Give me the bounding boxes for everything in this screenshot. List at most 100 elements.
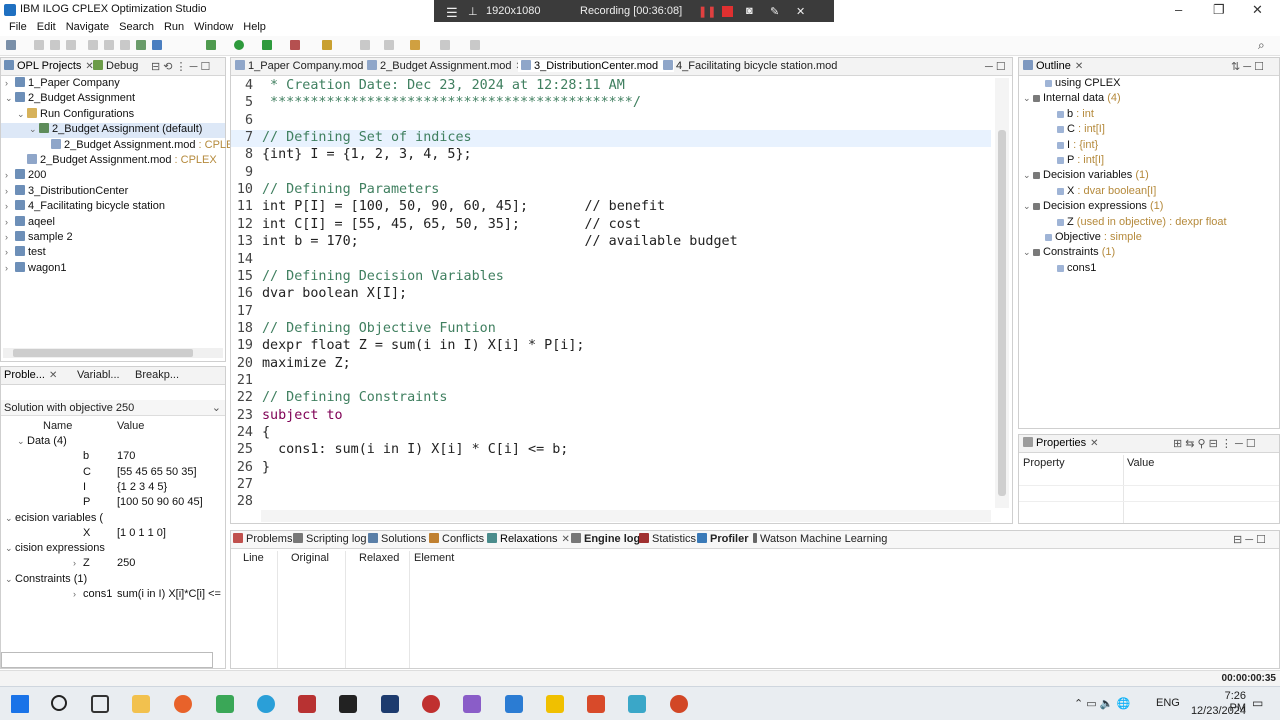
- code-line[interactable]: 21: [231, 373, 991, 390]
- code-line[interactable]: 16 dvar boolean X[I];: [231, 286, 991, 303]
- properties-toolbar[interactable]: ⊞ ⇆ ⚲ ⊟ ⋮ ─ ☐: [1173, 437, 1256, 450]
- tab-bicycle-station[interactable]: 4_Facilitating bicycle station.mod: [663, 60, 837, 72]
- tab-conflicts[interactable]: Conflicts: [429, 533, 484, 545]
- notification-icon[interactable]: ▭: [1252, 696, 1263, 710]
- print-icon[interactable]: [66, 40, 76, 50]
- vpn-icon[interactable]: [216, 695, 234, 713]
- project-tree-item[interactable]: ⌄ 2_Budget Assignment: [1, 92, 135, 107]
- expand-toggle-icon[interactable]: ⌄: [17, 436, 27, 447]
- project-tree-item[interactable]: › 4_Facilitating bicycle station: [1, 200, 165, 215]
- nav-icon[interactable]: [470, 40, 480, 50]
- app-v-icon[interactable]: [381, 695, 399, 713]
- expand-toggle-icon[interactable]: ⌄: [5, 93, 15, 104]
- minimize-icon[interactable]: –: [1175, 2, 1182, 17]
- project-tree-item[interactable]: ⌄ Run Configurations: [1, 107, 134, 123]
- system-tray-icons[interactable]: ⌃ ▭ 🔈 🌐: [1074, 697, 1130, 710]
- redo-icon[interactable]: [152, 40, 162, 50]
- outline-item[interactable]: P : int[I]: [1019, 154, 1104, 169]
- code-line[interactable]: 4 * Creation Date: Dec 23, 2024 at 12:28…: [231, 78, 991, 95]
- maximize-icon[interactable]: ❐: [1213, 2, 1225, 18]
- project-tree-item[interactable]: › aqeel: [1, 215, 55, 231]
- vertical-scrollbar[interactable]: [995, 78, 1009, 508]
- tab-budget-assignment[interactable]: 2_Budget Assignment.mod✕: [367, 60, 524, 72]
- tab-solutions[interactable]: Solutions: [368, 533, 426, 545]
- windows-start-icon[interactable]: [11, 695, 29, 713]
- expand-toggle-icon[interactable]: ›: [5, 217, 15, 227]
- menu-help[interactable]: Help: [238, 20, 271, 36]
- undo-icon[interactable]: [136, 40, 146, 50]
- pen-tool-icon[interactable]: [322, 40, 332, 50]
- solution-selector[interactable]: Solution with objective 250 ⌄: [1, 400, 225, 416]
- search-taskbar-icon[interactable]: [51, 695, 67, 711]
- expand-toggle-icon[interactable]: ⌄: [17, 109, 27, 120]
- code-line[interactable]: 28: [231, 494, 991, 508]
- expand-toggle-icon[interactable]: ›: [5, 247, 15, 257]
- pen-icon[interactable]: ✎: [770, 5, 779, 18]
- code-area[interactable]: 4 * Creation Date: Dec 23, 2024 at 12:28…: [231, 76, 1001, 508]
- expand-toggle-icon[interactable]: ›: [5, 78, 15, 88]
- expand-toggle-icon[interactable]: ⌄: [1023, 170, 1033, 181]
- save-icon[interactable]: [34, 40, 44, 50]
- outline-item[interactable]: I : {int}: [1019, 139, 1098, 154]
- horizontal-scrollbar[interactable]: [3, 348, 223, 358]
- close-tab-icon[interactable]: ✕: [561, 534, 569, 545]
- outline-item[interactable]: ⌄ Internal data (4): [1019, 92, 1121, 107]
- outline-item[interactable]: using CPLEX: [1019, 77, 1120, 92]
- tab-opl-projects[interactable]: OPL Projects ✕: [4, 60, 94, 72]
- menu-edit[interactable]: Edit: [32, 20, 61, 36]
- project-tree-item[interactable]: 2_Budget Assignment.mod : CPLEX: [1, 138, 241, 154]
- code-line[interactable]: 6: [231, 113, 991, 130]
- outline-item[interactable]: b : int: [1019, 108, 1094, 123]
- telegram-icon[interactable]: [257, 695, 275, 713]
- pause-icon[interactable]: ❚❚: [698, 5, 716, 18]
- new-icon[interactable]: [6, 40, 16, 50]
- outline-item[interactable]: Objective : simple: [1019, 231, 1142, 246]
- solution-row[interactable]: P [100 50 90 60 45]: [1, 496, 225, 511]
- menu-icon[interactable]: ☰: [446, 5, 458, 21]
- code-line[interactable]: 17: [231, 304, 991, 321]
- code-line[interactable]: 9: [231, 165, 991, 182]
- outline-item[interactable]: cons1: [1019, 262, 1096, 277]
- filter-input[interactable]: [1, 652, 213, 668]
- cut-icon[interactable]: [88, 40, 98, 50]
- bottom-window-controls[interactable]: ⊟ ─ ☐: [1233, 533, 1266, 546]
- outline-item[interactable]: C : int[I]: [1019, 123, 1105, 138]
- expand-toggle-icon[interactable]: ⌄: [29, 124, 39, 135]
- tab-problems-browser[interactable]: Proble... ✕: [4, 369, 57, 381]
- code-line[interactable]: 26}: [231, 460, 991, 477]
- search-icon[interactable]: ⌕: [1258, 38, 1265, 53]
- project-tree-item[interactable]: › wagon1: [1, 261, 67, 277]
- settings-app-icon[interactable]: [587, 695, 605, 713]
- menu-run[interactable]: Run: [159, 20, 189, 36]
- solution-row[interactable]: X [1 0 1 1 0]: [1, 527, 225, 542]
- solution-row[interactable]: ⌄ Constraints (1): [1, 573, 225, 588]
- code-line[interactable]: 27: [231, 477, 991, 494]
- copy-icon[interactable]: [104, 40, 114, 50]
- project-tree-item[interactable]: › sample 2: [1, 231, 73, 246]
- code-line[interactable]: 20 maximize Z;: [231, 356, 991, 373]
- menu-search[interactable]: Search: [114, 20, 159, 36]
- tab-breakpoints[interactable]: Breakp...: [135, 369, 179, 381]
- project-tree-item[interactable]: ⌄ 2_Budget Assignment (default): [1, 123, 225, 139]
- outline-item[interactable]: ⌄ Decision variables (1): [1019, 169, 1149, 184]
- code-line[interactable]: 12 int C[I] = [55, 45, 65, 50, 35]; // co…: [231, 217, 991, 234]
- expand-toggle-icon[interactable]: ⌄: [5, 543, 15, 554]
- project-tree-item[interactable]: › 200: [1, 169, 46, 184]
- code-line[interactable]: 22 // Defining Constraints: [231, 390, 991, 407]
- tab-debug[interactable]: Debug: [93, 60, 138, 72]
- expand-toggle-icon[interactable]: ›: [5, 263, 15, 273]
- solution-row[interactable]: ⌄ cision expressions: [1, 542, 225, 557]
- forward-icon[interactable]: [440, 40, 450, 50]
- outline-item[interactable]: ⌄ Decision expressions (1): [1019, 200, 1163, 215]
- winrar-icon[interactable]: [298, 695, 316, 713]
- powerbi-icon[interactable]: [546, 695, 564, 713]
- save-all-icon[interactable]: [50, 40, 60, 50]
- code-line[interactable]: 18 // Defining Objective Funtion: [231, 321, 991, 338]
- next-annotation-icon[interactable]: [360, 40, 370, 50]
- file-explorer-icon[interactable]: [132, 695, 150, 713]
- expand-toggle-icon[interactable]: ⌄: [5, 513, 15, 524]
- expand-toggle-icon[interactable]: ›: [5, 170, 15, 180]
- expand-toggle-icon[interactable]: ›: [5, 232, 15, 242]
- powerpoint-icon[interactable]: [670, 695, 688, 713]
- horizontal-scrollbar[interactable]: [261, 510, 991, 522]
